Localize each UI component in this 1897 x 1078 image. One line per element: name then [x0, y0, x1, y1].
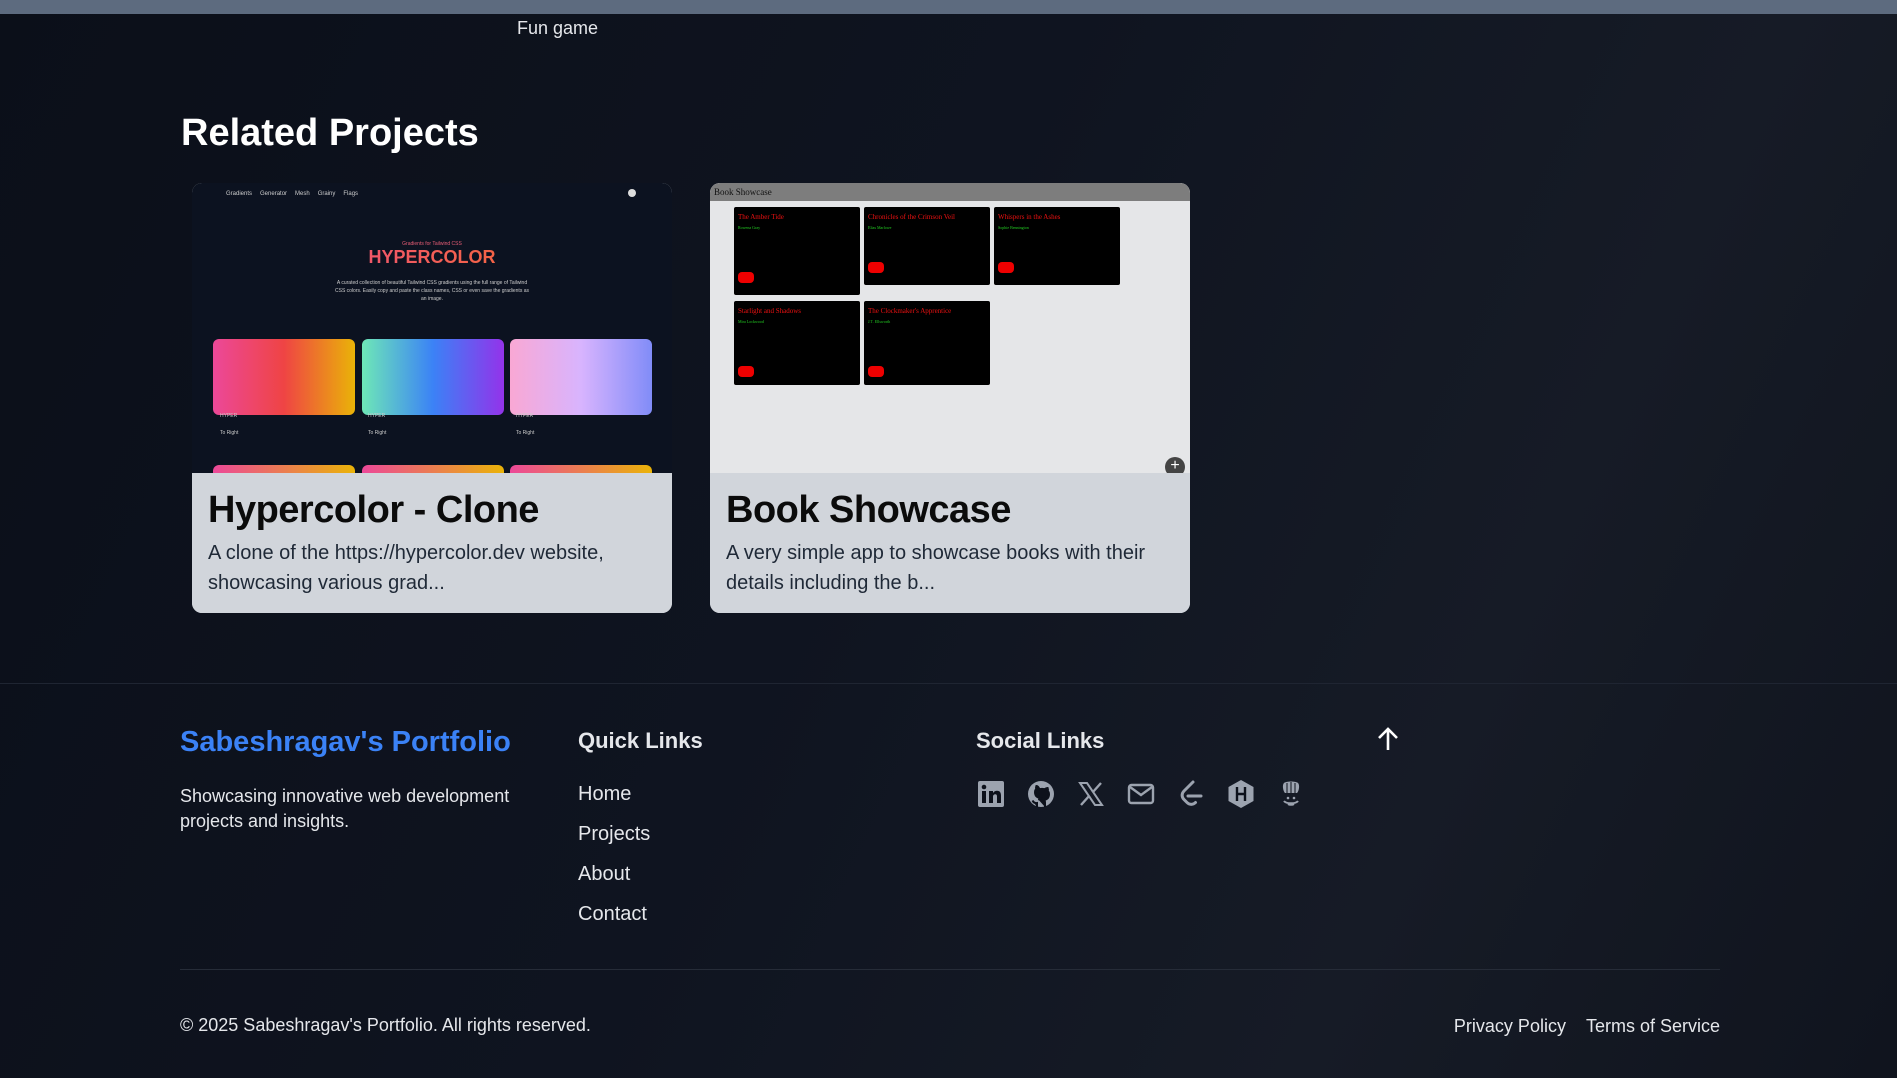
book-title: Whispers in the Ashes — [998, 213, 1061, 221]
project-card-hypercolor[interactable]: Gradients Generator Mesh Grainy Flags Gr… — [192, 183, 672, 613]
codechef-icon[interactable] — [1276, 779, 1306, 809]
leetcode-icon[interactable] — [1176, 779, 1206, 809]
footer-link-projects[interactable]: Projects — [578, 823, 650, 846]
book-title: Starlight and Shadows — [738, 307, 801, 315]
thumb-nav-item: Generator — [260, 191, 288, 197]
book-author: J.T. Ellsworth — [868, 319, 891, 324]
social-icons — [976, 779, 1306, 809]
book-title: The Amber Tide — [738, 213, 784, 221]
mail-icon[interactable] — [1126, 779, 1156, 809]
book-card: The Amber Tide Rowena Gray — [734, 207, 860, 295]
card-body: Book Showcase A very simple app to showc… — [710, 473, 1190, 613]
book-card: Whispers in the Ashes Sophie Bennington — [994, 207, 1120, 285]
book-button — [998, 262, 1014, 273]
copyright: © 2025 Sabeshragav's Portfolio. All righ… — [180, 1015, 591, 1035]
card-body: Hypercolor - Clone A clone of the https:… — [192, 473, 672, 613]
thumb-nav-item: Grainy — [317, 191, 336, 197]
footer-link-about[interactable]: About — [578, 863, 630, 886]
book-author: Elias Marlowe — [868, 225, 892, 230]
gradient-swatch — [362, 465, 504, 473]
swatch-direction: To Right — [368, 430, 387, 436]
book-desc — [738, 236, 856, 266]
quick-links-heading: Quick Links — [578, 728, 703, 753]
footer-link-home[interactable]: Home — [578, 783, 631, 806]
project-subtitle: Fun game — [517, 18, 599, 38]
book-author: Rowena Gray — [738, 225, 761, 230]
footer-bottom-divider — [180, 969, 1720, 970]
book-title: Chronicles of the Crimson Veil — [868, 213, 955, 221]
footer-brand[interactable]: Sabeshragav's Portfolio — [180, 726, 511, 759]
card-title: Hypercolor - Clone — [208, 489, 539, 531]
project-thumbnail: Gradients Generator Mesh Grainy Flags Gr… — [192, 183, 672, 473]
book-card: The Clockmaker's Apprentice J.T. Ellswort… — [864, 301, 990, 385]
gradient-swatch — [213, 339, 355, 415]
swatch-direction: To Right — [516, 430, 535, 436]
swatch-label: HYPER — [516, 413, 534, 419]
card-description: A very simple app to showcase books with… — [726, 542, 1146, 594]
book-card: Chronicles of the Crimson Veil Elias Marl… — [864, 207, 990, 285]
privacy-policy-link[interactable]: Privacy Policy — [1454, 1016, 1566, 1037]
book-author: Mira Lockwood — [738, 319, 764, 324]
book-desc — [868, 236, 986, 256]
book-author: Sophie Bennington — [998, 225, 1029, 230]
card-title: Book Showcase — [726, 489, 1011, 531]
social-links-heading: Social Links — [976, 728, 1105, 753]
footer-link-contact[interactable]: Contact — [578, 903, 647, 926]
book-button — [738, 366, 754, 377]
footer-divider — [0, 683, 1897, 684]
footer-tagline: Showcasing innovative web development pr… — [180, 786, 510, 831]
github-icon[interactable] — [1026, 779, 1056, 809]
book-desc — [998, 236, 1116, 256]
swatch-label: HYPER — [368, 413, 386, 419]
gradient-swatch — [510, 339, 652, 415]
arrow-up-icon[interactable] — [1376, 726, 1400, 752]
book-title: The Clockmaker's Apprentice — [868, 307, 952, 315]
github-icon — [628, 189, 636, 197]
book-button — [738, 272, 754, 283]
book-button — [868, 366, 884, 377]
thumb-logo: HYPERCOLOR — [192, 247, 672, 268]
related-projects-heading: Related Projects — [181, 112, 479, 154]
hackerrank-icon[interactable] — [1226, 779, 1256, 809]
thumb-header: Book Showcase — [710, 183, 1190, 201]
thumb-nav-item: Mesh — [295, 191, 310, 197]
legal-links: Privacy Policy Terms of Service — [1454, 1016, 1720, 1037]
thumb-nav-item: Flags — [343, 191, 359, 197]
thumb-intro: A curated collection of beautiful Tailwi… — [335, 280, 529, 302]
add-icon: + — [1165, 457, 1185, 473]
project-thumbnail: Book Showcase The Amber Tide Rowena Gray … — [710, 183, 1190, 473]
gradient-swatch — [213, 465, 355, 473]
gradient-swatch — [510, 465, 652, 473]
terms-of-service-link[interactable]: Terms of Service — [1586, 1016, 1720, 1037]
project-card-book-showcase[interactable]: Book Showcase The Amber Tide Rowena Gray … — [710, 183, 1190, 613]
thumb-nav: Gradients Generator Mesh Grainy Flags — [226, 191, 358, 197]
thumb-nav-item: Gradients — [226, 191, 253, 197]
book-desc — [868, 330, 986, 360]
linkedin-icon[interactable] — [976, 779, 1006, 809]
book-desc — [738, 330, 856, 360]
book-button — [868, 262, 884, 273]
swatch-label: HYPER — [220, 413, 238, 419]
book-card: Starlight and Shadows Mira Lockwood — [734, 301, 860, 385]
card-description: A clone of the https://hypercolor.dev we… — [208, 542, 604, 594]
swatch-direction: To Right — [220, 430, 239, 436]
gradient-swatch — [362, 339, 504, 415]
x-icon[interactable] — [1076, 779, 1106, 809]
top-bar — [0, 0, 1897, 14]
